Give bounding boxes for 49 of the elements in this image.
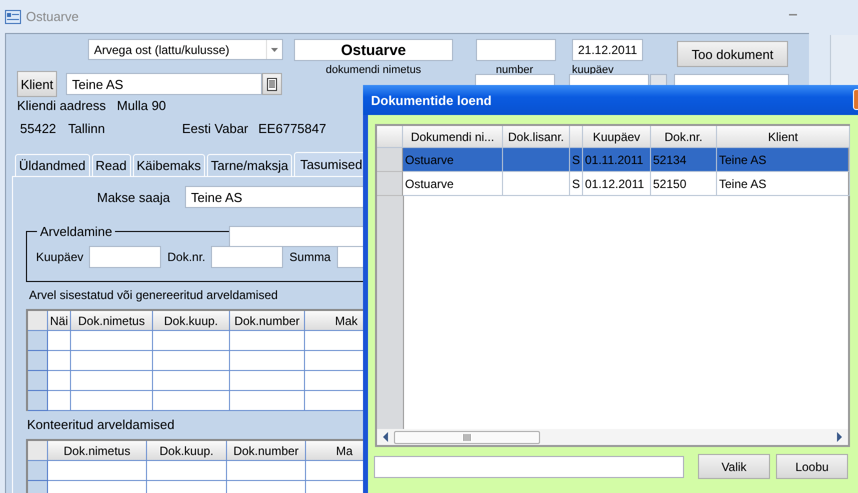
- table-cell[interactable]: 01.12.2011: [583, 172, 651, 196]
- column-header[interactable]: Dokumendi ni...: [403, 126, 503, 148]
- column-header[interactable]: Dok.number: [230, 311, 305, 331]
- fetch-document-button[interactable]: Too dokument: [677, 41, 788, 67]
- document-type-dropdown[interactable]: Arvega ost (lattu/kulusse): [88, 39, 283, 60]
- column-header[interactable]: Näi: [48, 311, 71, 331]
- field-label: kuupäev: [572, 64, 614, 76]
- country-text: Eesti Vabar: [182, 121, 248, 136]
- section-title: Arvel sisestatud või genereeritud arveldamised: [29, 288, 279, 302]
- postal-code-text: 55422: [20, 121, 56, 136]
- column-header[interactable]: Dok.kuup.: [153, 311, 230, 331]
- column-header[interactable]: Dok.kuup.: [147, 441, 227, 461]
- field-label: Kuupäev: [36, 250, 84, 264]
- field-label: Summa: [289, 250, 331, 264]
- dialog-button[interactable]: Loobu: [776, 454, 848, 479]
- field-label: dokumendi nimetus: [324, 64, 422, 76]
- street-text: Mulla 90: [116, 98, 166, 113]
- column-header[interactable]: Dok.number: [227, 441, 306, 461]
- group-title: Arveldamine: [39, 224, 114, 239]
- table-cell[interactable]: Ostuarve: [403, 172, 503, 196]
- payee-label: Makse saaja: [97, 190, 170, 204]
- window-title: Ostuarve: [26, 9, 79, 24]
- reg-code-text: EE6775847: [258, 121, 326, 136]
- tab[interactable]: Tarne/maksja: [206, 154, 292, 176]
- table-row[interactable]: Ostuarve S 01.11.2011 52134 Teine AS: [377, 148, 848, 172]
- tab[interactable]: Read: [92, 154, 131, 176]
- column-header[interactable]: Dok.nimetus: [48, 441, 147, 461]
- column-header[interactable]: Dok.lisanr.: [503, 126, 570, 148]
- section-title: Konteeritud arveldamised: [27, 417, 176, 432]
- dialog-title: Dokumentide loend: [371, 92, 492, 108]
- address-label: Kliendi aadress: [17, 98, 106, 113]
- table-cell[interactable]: 52150: [651, 172, 717, 196]
- date-field[interactable]: 21.12.2011: [572, 39, 643, 61]
- column-header[interactable]: Dok.nr.: [651, 126, 717, 148]
- column-header[interactable]: Klient: [717, 126, 850, 148]
- field-label: number: [494, 64, 534, 76]
- table-cell[interactable]: S: [570, 172, 583, 196]
- city-text: Tallinn: [68, 121, 106, 136]
- column-header[interactable]: Dok.nimetus: [71, 311, 153, 331]
- document-name-field[interactable]: Ostuarve: [294, 39, 453, 61]
- dialog-button[interactable]: Valik: [698, 454, 770, 479]
- table-cell[interactable]: Teine AS: [717, 172, 850, 196]
- table-row[interactable]: Ostuarve S 01.12.2011 52150 Teine AS: [377, 172, 848, 196]
- client-button[interactable]: Klient: [17, 71, 57, 97]
- column-header[interactable]: Kuupäev: [583, 126, 651, 148]
- field-label: Dok.nr.: [167, 250, 206, 264]
- tab[interactable]: Üldandmed: [15, 154, 90, 176]
- tab[interactable]: Käibemaks: [132, 154, 205, 176]
- client-field[interactable]: Teine AS: [66, 73, 262, 95]
